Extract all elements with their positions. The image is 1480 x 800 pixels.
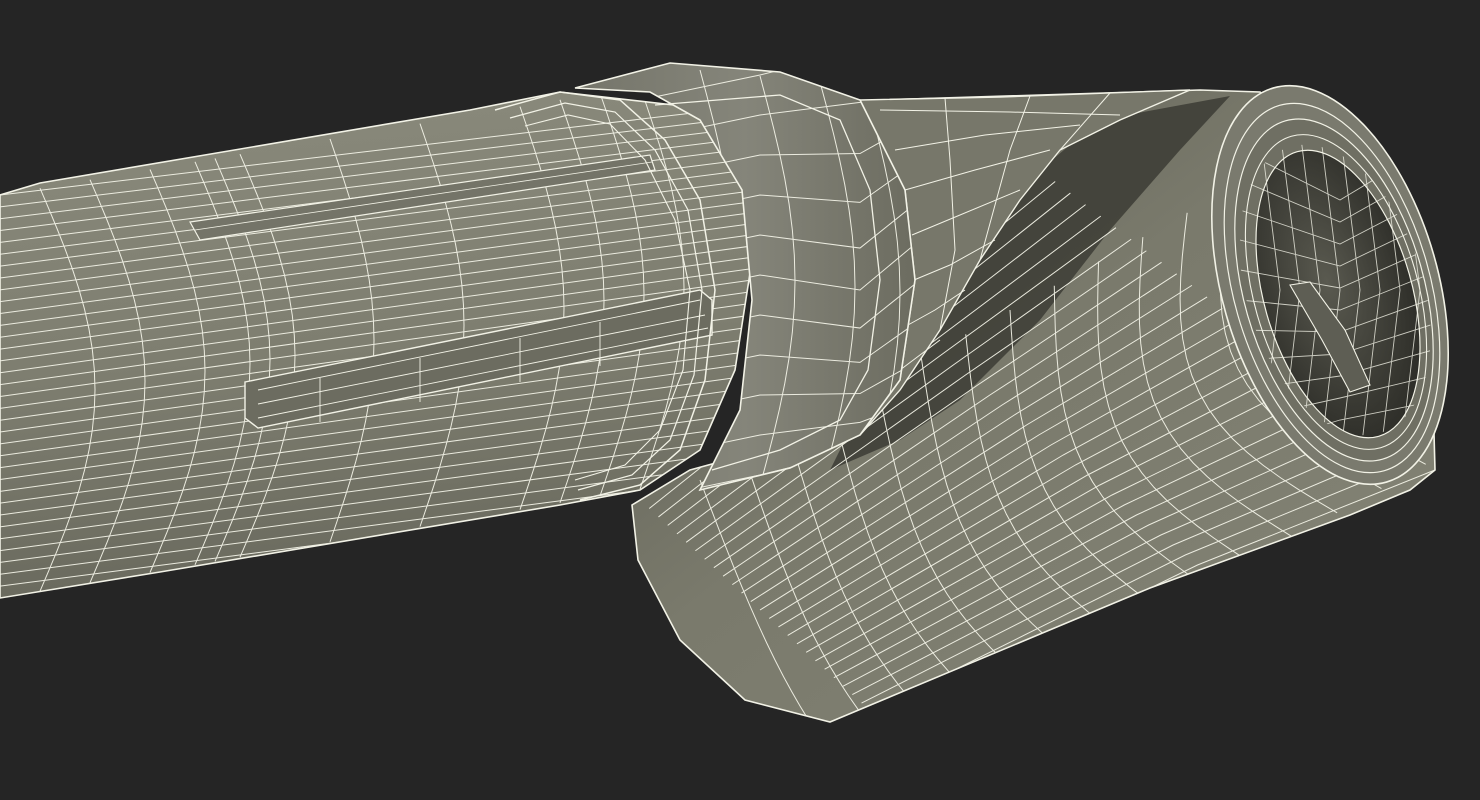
render-viewport: [0, 0, 1480, 800]
wireframe-scene: [0, 0, 1480, 800]
